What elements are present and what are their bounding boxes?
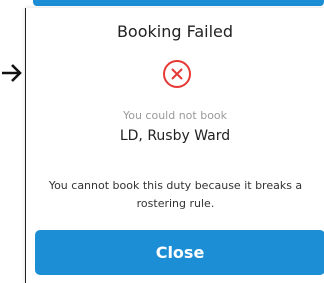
close-button[interactable]: Close: [35, 230, 324, 275]
booking-failed-dialog: Booking Failed You could not book LD, Ru…: [25, 8, 324, 283]
dialog-subtitle: You could not book: [122, 109, 228, 122]
background-button-edge: [33, 0, 324, 6]
dialog-title: Booking Failed: [116, 22, 234, 41]
duty-name: LD, Rusby Ward: [119, 128, 231, 144]
booking-result-screen: Booking Failed You could not book LD, Ru…: [0, 0, 324, 283]
error-x-circle-icon: [163, 60, 191, 88]
failure-message: You cannot book this duty because it bre…: [48, 179, 303, 210]
arrow-right-icon: [2, 64, 22, 82]
